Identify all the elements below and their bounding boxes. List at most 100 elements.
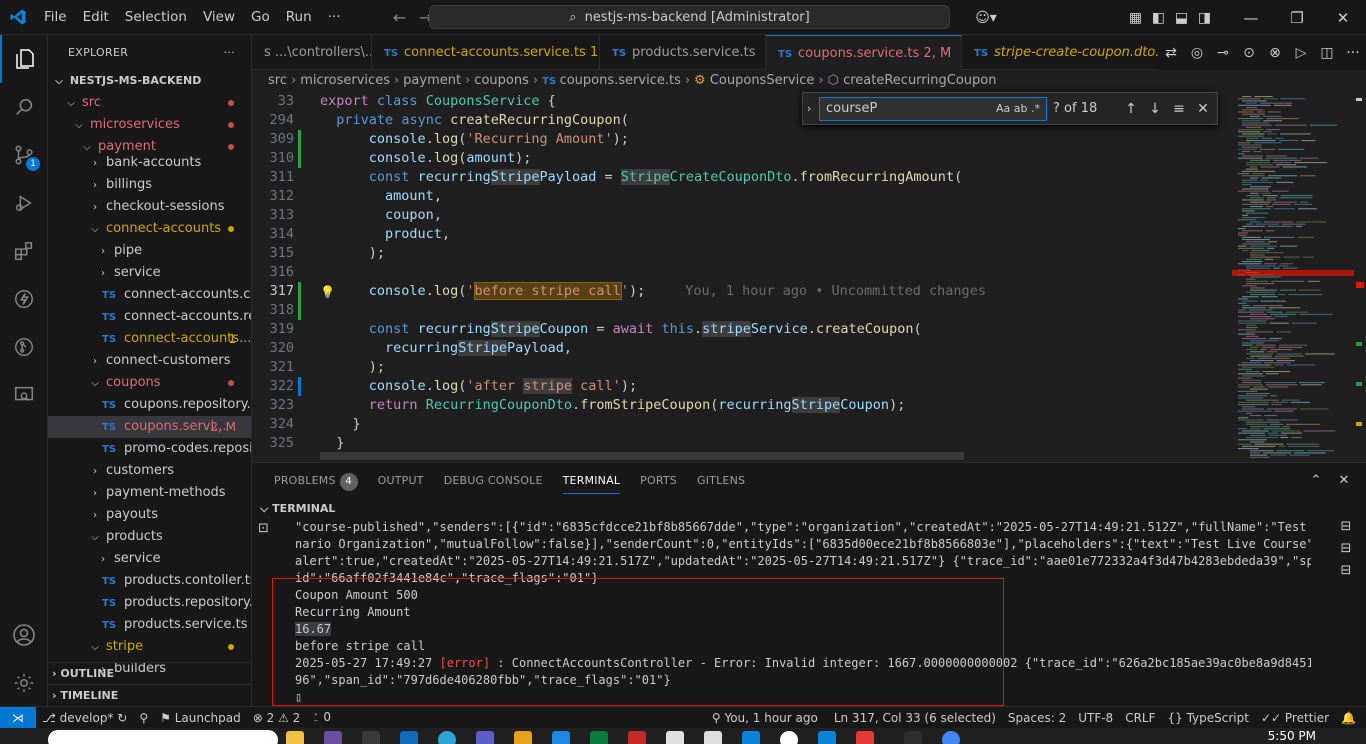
taskbar-clock[interactable]: 5:50 PM xyxy=(1268,729,1316,743)
sidebar-item-microservices[interactable]: ⌵ microservices xyxy=(48,114,251,136)
toggle-panel-icon[interactable]: ⬓ xyxy=(1170,10,1193,26)
back-arrow-icon[interactable]: ← xyxy=(387,8,413,27)
ports-status[interactable]: ⍘ 0 xyxy=(306,710,337,725)
menu-go[interactable]: Go xyxy=(243,0,278,35)
taskbar-app-icon[interactable] xyxy=(780,731,798,744)
sidebar-item-src[interactable]: ⌵ src xyxy=(48,92,251,114)
taskbar-search[interactable] xyxy=(48,730,278,744)
sidebar-item-service[interactable]: › service xyxy=(48,262,251,284)
extensions-icon[interactable] xyxy=(0,227,48,275)
sidebar-item-service[interactable]: › service xyxy=(48,548,251,570)
terminal-tab-icon[interactable]: ⊟ xyxy=(1334,519,1358,541)
menu-run[interactable]: Run xyxy=(278,0,320,35)
taskbar-app-icon[interactable] xyxy=(818,731,836,744)
code-line[interactable]: 317 console.log('before stripe call'); Yo… xyxy=(252,282,1232,301)
toggle-secondary-sidebar-icon[interactable]: ◨ xyxy=(1193,10,1216,26)
taskbar-app-icon[interactable] xyxy=(324,731,342,744)
sidebar-item-connect-customers[interactable]: › connect-customers xyxy=(48,350,251,372)
tab-output[interactable]: OUTPUT xyxy=(368,463,434,498)
minimap[interactable] xyxy=(1232,92,1354,462)
timeline-section[interactable]: › TIMELINE xyxy=(48,684,251,706)
taskbar-app-icon[interactable] xyxy=(362,731,380,744)
code-line[interactable]: 320 recurringStripePayload, xyxy=(252,339,1232,358)
git-commit-icon[interactable]: ⊸ xyxy=(1210,45,1236,61)
code-line[interactable]: 321 ); xyxy=(252,358,1232,377)
previous-match-icon[interactable]: ↑ xyxy=(1119,101,1143,117)
source-control-icon[interactable]: 1 xyxy=(0,131,48,179)
tab-stripe-create-coupon-dto-ts[interactable]: TS stripe-create-coupon.dto.ts 1 xyxy=(962,35,1168,70)
run-debug-icon[interactable] xyxy=(0,179,48,227)
breadcrumb-item[interactable]: CouponsService xyxy=(710,73,815,88)
sidebar-item-connect-accounts[interactable]: ⌵ connect-accounts xyxy=(48,218,251,240)
sidebar-item-stripe[interactable]: ⌵ stripe xyxy=(48,636,251,658)
end-of-line[interactable]: CRLF xyxy=(1119,711,1161,725)
code-line[interactable]: 318 xyxy=(252,301,1232,320)
terminal-message-icon[interactable]: ⊡ xyxy=(258,521,269,536)
menu-more[interactable]: ··· xyxy=(320,0,349,35)
restore-icon[interactable]: ❐ xyxy=(1274,9,1320,27)
sidebar-item-connect-accounts-con[interactable]: TS connect-accounts.con... xyxy=(48,284,251,306)
taskbar-app-icon[interactable] xyxy=(552,731,570,744)
sidebar-item-connect-accounts[interactable]: TS connect-accounts... 1 xyxy=(48,328,251,350)
find-options[interactable]: Aa ab .* xyxy=(996,98,1040,120)
sidebar-item-checkout-sessions[interactable]: › checkout-sessions xyxy=(48,196,251,218)
git-graph-icon[interactable] xyxy=(0,323,48,371)
split-editor-icon[interactable]: ◫ xyxy=(1314,45,1340,61)
toggle-replace-icon[interactable]: › xyxy=(807,102,811,115)
command-center-search[interactable]: ⌕ nestjs-ms-backend [Administrator] xyxy=(429,5,950,29)
tab-problems[interactable]: PROBLEMS 4 xyxy=(264,463,368,498)
chevron-up-icon[interactable]: ⌃ xyxy=(1302,473,1330,488)
code-line[interactable]: 324 } xyxy=(252,415,1232,434)
taskbar-app-icon[interactable] xyxy=(666,731,684,744)
lightbulb-icon[interactable]: 💡 xyxy=(320,285,335,299)
menu-file[interactable]: File xyxy=(36,0,75,35)
account-icon[interactable] xyxy=(0,611,48,659)
encoding[interactable]: UTF-8 xyxy=(1072,711,1119,725)
tab-s-controllers[interactable]: s ...\controllers\... xyxy=(252,35,372,70)
problems-status[interactable]: ⊗ 2 ⚠ 2 xyxy=(247,711,307,725)
more-actions-icon[interactable]: ··· xyxy=(224,46,235,59)
taskbar-app-icon[interactable] xyxy=(476,731,494,744)
code-editor[interactable]: 33 export class CouponsService {294 priva… xyxy=(252,92,1232,462)
find-input[interactable]: courseP Aa ab .* xyxy=(819,96,1047,121)
remote-indicator-icon[interactable]: ⋊ xyxy=(0,706,36,729)
tab-terminal[interactable]: TERMINAL xyxy=(553,463,631,498)
sidebar-item-customers[interactable]: › customers xyxy=(48,460,251,482)
taskbar-app-icon[interactable] xyxy=(628,731,646,744)
tab-debug-console[interactable]: DEBUG CONSOLE xyxy=(434,463,553,498)
notifications-bell-icon[interactable]: 🔔 xyxy=(1335,711,1362,725)
taskbar-app-icon[interactable] xyxy=(904,731,922,744)
sidebar-item-products-repository-ts[interactable]: TS products.repository.ts xyxy=(48,592,251,614)
taskbar-vscode-icon[interactable] xyxy=(742,731,760,744)
code-line[interactable]: 316 xyxy=(252,263,1232,282)
open-changes-icon[interactable]: ◎ xyxy=(1184,45,1210,61)
sidebar-item-billings[interactable]: › billings xyxy=(48,174,251,196)
remote-explorer-icon[interactable] xyxy=(0,371,48,419)
code-line[interactable]: 319 const recurringStripeCoupon = await … xyxy=(252,320,1232,339)
breadcrumb-item[interactable]: payment xyxy=(403,73,461,88)
code-line[interactable]: 313 coupon, xyxy=(252,206,1232,225)
run-icon[interactable]: ▷ xyxy=(1288,45,1314,61)
menu-view[interactable]: View xyxy=(195,0,243,35)
git-branch[interactable]: ⎇ develop* ↻ xyxy=(36,711,133,725)
search-icon[interactable] xyxy=(0,83,48,131)
taskbar-app-icon[interactable] xyxy=(942,731,960,744)
settings-gear-icon[interactable] xyxy=(0,659,48,707)
explorer-icon[interactable] xyxy=(0,35,48,83)
breadcrumb-item[interactable]: microservices xyxy=(300,73,390,88)
minimize-icon[interactable]: — xyxy=(1228,9,1274,27)
terminal-tab-icon[interactable]: ⊟ xyxy=(1334,563,1358,585)
gitlens-icon[interactable]: ⊗ xyxy=(1262,45,1288,61)
taskbar-app-icon[interactable] xyxy=(286,731,304,744)
taskbar-app-icon[interactable] xyxy=(400,731,418,744)
sidebar-item-connect-accounts-rep[interactable]: TS connect-accounts.rep... xyxy=(48,306,251,328)
breadcrumb-item[interactable]: src xyxy=(268,73,287,88)
taskbar-app-icon[interactable] xyxy=(438,731,456,744)
copilot-icon[interactable]: ☺▾ xyxy=(968,10,1004,26)
workspace-root[interactable]: ⌵ NESTJS-MS-BACKEND xyxy=(48,70,251,92)
customize-layout-icon[interactable]: ▦ xyxy=(1124,10,1147,26)
close-panel-icon[interactable]: ✕ xyxy=(1330,473,1358,488)
taskbar-app-icon[interactable] xyxy=(590,731,608,744)
toggle-sidebar-icon[interactable]: ◧ xyxy=(1147,10,1170,26)
terminal-header[interactable]: ⌵ TERMINAL xyxy=(252,498,335,520)
